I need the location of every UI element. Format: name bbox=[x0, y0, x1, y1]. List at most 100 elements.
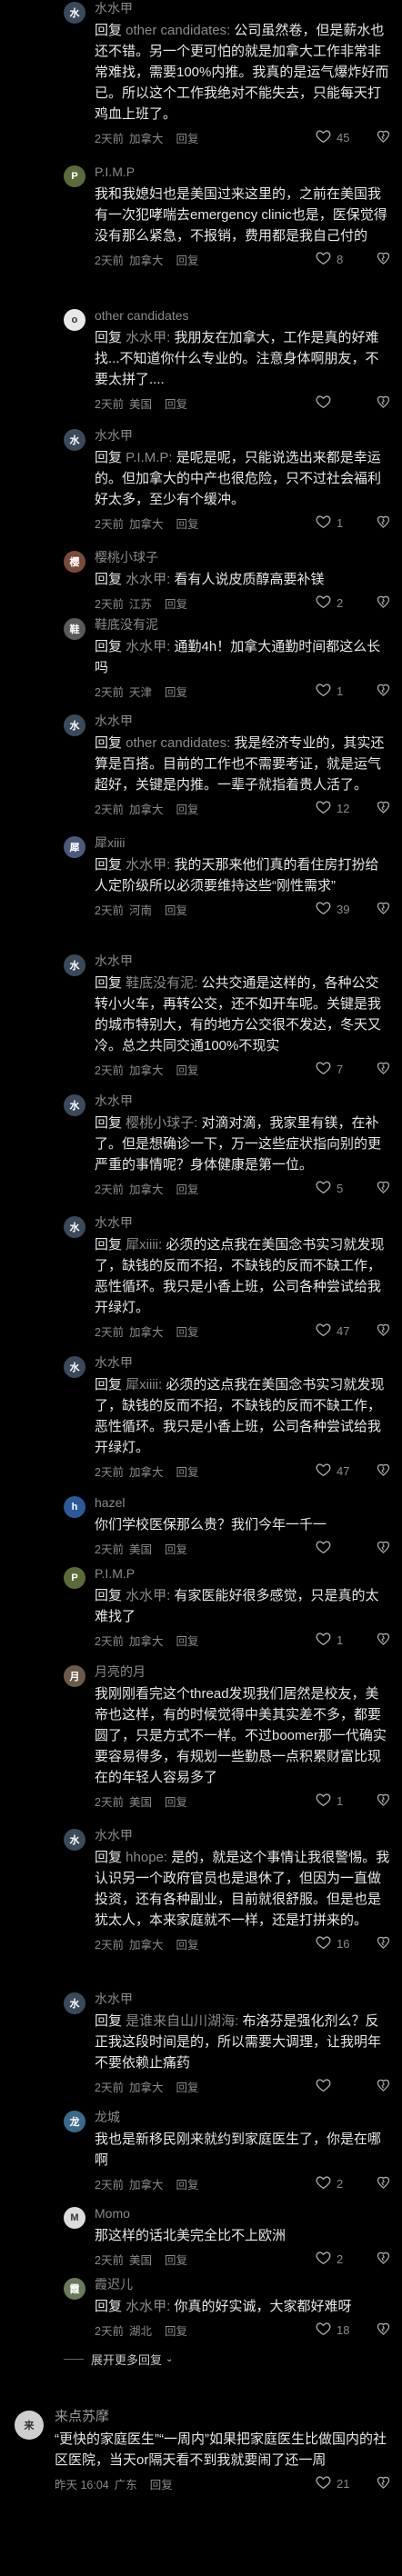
like-button[interactable]: 2 bbox=[316, 2251, 368, 2267]
reply-button[interactable]: 回复 bbox=[165, 1792, 187, 1810]
avatar[interactable]: 来 bbox=[15, 2411, 44, 2440]
like-button[interactable]: 18 bbox=[316, 2321, 368, 2338]
reply-button[interactable]: 回复 bbox=[176, 251, 198, 268]
avatar[interactable]: 龙 bbox=[64, 2111, 85, 2132]
dislike-button[interactable] bbox=[376, 1463, 391, 1480]
dislike-button[interactable] bbox=[376, 1180, 391, 1197]
reply-target[interactable]: 是谁来自山川湖海: bbox=[126, 2013, 238, 2029]
dislike-button[interactable] bbox=[376, 1540, 391, 1557]
dislike-button[interactable] bbox=[376, 1792, 391, 1810]
avatar[interactable]: 水 bbox=[64, 1356, 85, 1378]
reply-button[interactable]: 回复 bbox=[176, 2175, 198, 2192]
comment-author[interactable]: 犀xiiii bbox=[95, 834, 391, 851]
comment-author[interactable]: 龙城 bbox=[95, 2109, 391, 2125]
avatar[interactable]: 水 bbox=[64, 954, 85, 976]
reply-target[interactable]: other candidates: bbox=[126, 23, 230, 38]
reply-button[interactable]: 回复 bbox=[165, 901, 187, 918]
comment-author[interactable]: 水水甲 bbox=[95, 427, 391, 444]
dislike-button[interactable] bbox=[376, 1323, 391, 1340]
avatar[interactable]: 水 bbox=[64, 1992, 85, 2014]
like-button[interactable]: 1 bbox=[316, 1792, 368, 1809]
comment-author[interactable]: Momo bbox=[95, 2205, 391, 2222]
like-button[interactable]: 47 bbox=[316, 1463, 368, 1479]
comment-author[interactable]: 霞迟儿 bbox=[95, 2276, 391, 2292]
avatar[interactable]: 月 bbox=[64, 1665, 85, 1687]
avatar[interactable]: 水 bbox=[64, 714, 85, 736]
reply-button[interactable]: 回复 bbox=[176, 1935, 198, 1952]
like-button[interactable]: 47 bbox=[316, 1323, 368, 1339]
avatar[interactable]: 水 bbox=[64, 2, 85, 24]
reply-target[interactable]: 水水甲: bbox=[126, 857, 170, 873]
like-button[interactable]: 39 bbox=[316, 901, 368, 917]
reply-button[interactable]: 回复 bbox=[165, 2251, 187, 2268]
reply-button[interactable]: 回复 bbox=[176, 1061, 198, 1078]
reply-target[interactable]: 犀xiiii: bbox=[126, 1377, 162, 1393]
like-button[interactable]: 7 bbox=[316, 1061, 368, 1077]
comment-author[interactable]: P.I.M.P bbox=[95, 164, 391, 180]
comment-author[interactable]: 水水甲 bbox=[95, 1991, 391, 2007]
reply-target[interactable]: P.I.M.P: bbox=[126, 450, 172, 465]
reply-target[interactable]: hhope: bbox=[126, 1850, 167, 1865]
reply-button[interactable]: 回复 bbox=[165, 1540, 187, 1557]
avatar[interactable]: 水 bbox=[64, 1216, 85, 1238]
avatar[interactable]: M bbox=[64, 2207, 85, 2229]
like-button[interactable]: 2 bbox=[316, 2175, 368, 2192]
like-button[interactable]: 2 bbox=[316, 594, 368, 611]
dislike-button[interactable] bbox=[376, 2078, 391, 2095]
like-button[interactable]: 45 bbox=[316, 129, 368, 145]
like-button[interactable]: 1 bbox=[316, 683, 368, 699]
like-button[interactable]: 8 bbox=[316, 251, 368, 267]
reply-target[interactable]: 水水甲: bbox=[126, 2299, 170, 2314]
like-button[interactable] bbox=[316, 1540, 368, 1556]
reply-target[interactable]: 水水甲: bbox=[126, 1588, 170, 1603]
reply-button[interactable]: 回复 bbox=[176, 1463, 198, 1480]
dislike-button[interactable] bbox=[376, 901, 391, 918]
comment-author[interactable]: 水水甲 bbox=[95, 1827, 391, 1843]
dislike-button[interactable] bbox=[376, 2175, 391, 2192]
dislike-button[interactable] bbox=[376, 514, 391, 532]
comment-author[interactable]: 水水甲 bbox=[95, 0, 391, 16]
like-button[interactable]: 5 bbox=[316, 1180, 368, 1196]
reply-button[interactable]: 回复 bbox=[176, 1323, 198, 1340]
reply-button[interactable]: 回复 bbox=[176, 514, 198, 532]
like-button[interactable]: 21 bbox=[316, 2475, 368, 2491]
avatar[interactable]: 水 bbox=[64, 429, 85, 451]
reply-target[interactable]: 鞋底没有泥: bbox=[126, 975, 197, 991]
dislike-button[interactable] bbox=[376, 800, 391, 817]
reply-button[interactable]: 回复 bbox=[165, 594, 187, 612]
like-button[interactable] bbox=[316, 2078, 368, 2094]
comment-author[interactable]: P.I.M.P bbox=[95, 1565, 391, 1582]
reply-button[interactable]: 回复 bbox=[176, 1632, 198, 1649]
avatar[interactable]: h bbox=[64, 1496, 85, 1518]
reply-target[interactable]: other candidates: bbox=[126, 735, 230, 751]
comment-author[interactable]: hazel bbox=[95, 1494, 391, 1511]
dislike-button[interactable] bbox=[376, 129, 391, 146]
dislike-button[interactable] bbox=[376, 683, 391, 700]
comment-author[interactable]: 来点苏摩 bbox=[55, 2409, 391, 2425]
comment-author[interactable]: 水水甲 bbox=[95, 1093, 391, 1109]
dislike-button[interactable] bbox=[376, 1061, 391, 1078]
reply-target[interactable]: 水水甲: bbox=[126, 330, 170, 345]
avatar[interactable]: P bbox=[64, 165, 85, 187]
expand-more-replies[interactable]: 展开更多回复 ⌄ bbox=[0, 2349, 402, 2369]
avatar[interactable]: P bbox=[64, 1567, 85, 1589]
dislike-button[interactable] bbox=[376, 2475, 391, 2492]
reply-target[interactable]: 水水甲: bbox=[126, 572, 170, 587]
dislike-button[interactable] bbox=[376, 394, 391, 412]
reply-button[interactable]: 回复 bbox=[150, 2475, 173, 2492]
reply-button[interactable]: 回复 bbox=[165, 2321, 187, 2339]
dislike-button[interactable] bbox=[376, 1935, 391, 1952]
comment-author[interactable]: 水水甲 bbox=[95, 1214, 391, 1231]
avatar[interactable]: 樱 bbox=[64, 551, 85, 573]
like-button[interactable]: 1 bbox=[316, 1632, 368, 1648]
avatar[interactable]: 犀 bbox=[64, 836, 85, 858]
like-button[interactable]: 12 bbox=[316, 800, 368, 816]
avatar[interactable]: 霞 bbox=[64, 2278, 85, 2300]
dislike-button[interactable] bbox=[376, 2251, 391, 2268]
like-button[interactable]: 16 bbox=[316, 1935, 368, 1952]
dislike-button[interactable] bbox=[376, 2321, 391, 2339]
avatar[interactable]: 鞋 bbox=[64, 618, 85, 640]
reply-button[interactable]: 回复 bbox=[165, 683, 187, 700]
reply-button[interactable]: 回复 bbox=[176, 1180, 198, 1197]
comment-author[interactable]: 水水甲 bbox=[95, 713, 391, 729]
